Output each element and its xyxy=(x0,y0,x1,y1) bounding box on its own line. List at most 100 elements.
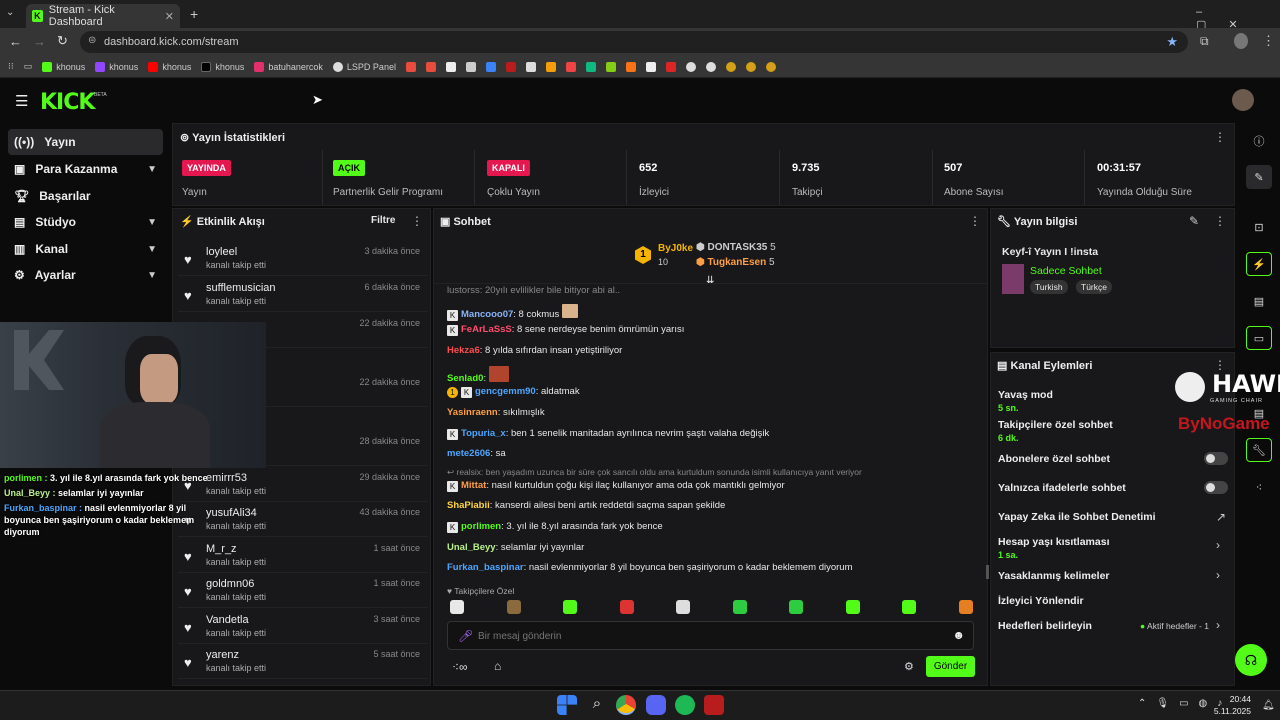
sidebar-item-ayarlar[interactable]: ⚙ Ayarlar ▼ xyxy=(8,262,163,288)
bookmark-icon[interactable] xyxy=(765,61,776,72)
profile-avatar[interactable] xyxy=(1234,33,1248,49)
bookmark-icon[interactable] xyxy=(525,61,536,72)
chat-username[interactable]: Mancooo07 xyxy=(461,309,513,320)
microphone-icon[interactable]: 🎤︎ xyxy=(458,629,473,643)
bookmark-icon[interactable] xyxy=(665,61,676,72)
top-supporter-3[interactable]: ⬢ TugkanEsen 5 xyxy=(696,257,775,268)
bookmark-icon[interactable] xyxy=(725,61,736,72)
apps-grid-icon[interactable]: ⁝⁝ xyxy=(8,61,14,72)
bookmark-instagram[interactable]: batuhanercok xyxy=(254,61,323,72)
info-icon[interactable]: ⓘ xyxy=(1246,129,1272,153)
folder-icon[interactable]: ▭ xyxy=(24,61,33,72)
action-goals[interactable]: Hedefleri belirleyin xyxy=(998,620,1092,632)
bookmark-lspd-panel[interactable]: LSPD Panel xyxy=(332,61,396,72)
chat-message[interactable]: Unal_Beyy: selamlar iyi yayınlar xyxy=(447,542,584,553)
chat-message[interactable]: Yasinraenn: sıkılmışlık xyxy=(447,407,545,418)
chat-message[interactable]: K FeArLaSsS: 8 sene nerdeyse benim ömrümü… xyxy=(447,324,684,336)
emote-button[interactable] xyxy=(507,600,521,614)
top-supporter-1[interactable]: ByJ0ke xyxy=(658,243,693,254)
edit-layout-icon[interactable]: ✎ xyxy=(1246,165,1272,189)
media-app-icon[interactable] xyxy=(704,695,724,715)
wrench-icon[interactable]: 🔧︎ xyxy=(1246,438,1272,462)
tab-list-chevron-icon[interactable]: ⌄ xyxy=(6,7,14,18)
bookmark-icon[interactable] xyxy=(605,61,616,72)
chat-username[interactable]: Yasinraenn xyxy=(447,407,498,418)
chat-message[interactable]: K Mittat: nasıl kurtuldun çoğu kişi ilaç … xyxy=(447,480,785,492)
sidebar-item-kanal[interactable]: ▥ Kanal ▼ xyxy=(8,236,163,262)
event-item[interactable]: ♥ loyleel kanalı takip etti 3 dakika önce xyxy=(178,240,428,276)
notifications-icon[interactable]: 🔔︎ xyxy=(1262,700,1275,711)
chat-username[interactable]: mete2606 xyxy=(447,448,490,459)
bookmark-icon[interactable] xyxy=(565,61,576,72)
chat-settings-icon[interactable]: ⚙ xyxy=(904,660,914,673)
action-ai-moderation[interactable]: Yapay Zeka ile Sohbet Denetimi xyxy=(998,511,1156,523)
forward-icon[interactable]: → xyxy=(33,34,46,49)
chat-username[interactable]: Senlad0 xyxy=(447,373,483,384)
bookmark-icon[interactable] xyxy=(405,61,416,72)
subscribers-only-toggle[interactable] xyxy=(1204,452,1228,465)
browser-menu-icon[interactable]: ⋮ xyxy=(1262,33,1275,49)
address-bar[interactable]: ⊜ dashboard.kick.com/stream ★ xyxy=(80,31,1188,53)
emote-button[interactable] xyxy=(789,600,803,614)
chat-username[interactable]: Furkan_baspinar xyxy=(447,562,524,573)
bookmark-icon[interactable] xyxy=(505,61,516,72)
sidebar-item-para-kazanma[interactable]: ▣ Para Kazanma ▼ xyxy=(8,156,163,182)
chat-username[interactable]: Hekza6 xyxy=(447,345,480,356)
bookmark-khonus-youtube[interactable]: khonus xyxy=(148,61,191,72)
action-slow-mode[interactable]: Yavaş mod 5 sn. xyxy=(998,389,1053,413)
stat-partnerlik[interactable]: AÇIK Partnerlik Gelir Programı xyxy=(327,150,475,205)
chat-message[interactable]: K Topuria_x: ben 1 senelik manitadan ayrı… xyxy=(447,428,769,440)
emote-button[interactable] xyxy=(733,600,747,614)
event-item[interactable]: ♥ M_r_z kanalı takip etti 1 saat önce xyxy=(178,537,428,573)
document-icon[interactable]: ▤ xyxy=(1246,289,1272,313)
search-icon[interactable]: ⌕ xyxy=(587,695,607,715)
bookmark-icon[interactable] xyxy=(445,61,456,72)
bookmark-icon[interactable] xyxy=(425,61,436,72)
bookmark-icon[interactable] xyxy=(705,61,716,72)
event-item[interactable]: ♥ emirrr53 kanalı takip etti 29 dakika önce xyxy=(178,466,428,502)
chat-message[interactable]: 1 Kgencgemm90: aldatmak xyxy=(447,386,580,398)
chat-username[interactable]: FeArLaSsS xyxy=(461,324,512,335)
chat-message[interactable]: Furkan_baspinar: nasil evlenmiyorlar 8 y… xyxy=(447,562,853,573)
chat-message[interactable]: mete2606: sa xyxy=(447,448,506,459)
action-account-age[interactable]: Hesap yaşı kısıtlaması 1 sa. xyxy=(998,536,1110,560)
category-name[interactable]: Sadece Sohbet xyxy=(1030,265,1102,277)
tag-turkce[interactable]: Türkçe xyxy=(1076,280,1112,294)
emote-button[interactable] xyxy=(902,600,916,614)
top-supporter-2[interactable]: ⬢ DONTASK35 5 xyxy=(696,242,776,253)
hamburger-menu-icon[interactable]: ☰ xyxy=(15,92,28,110)
bookmark-icon[interactable] xyxy=(625,61,636,72)
bookmark-khonus-x[interactable]: khonus xyxy=(201,61,244,72)
capture-icon[interactable]: ⊡ xyxy=(1246,215,1272,239)
action-banned-words[interactable]: Yasaklanmış kelimeler xyxy=(998,570,1110,582)
tag-turkish[interactable]: Turkish xyxy=(1030,280,1068,294)
event-item[interactable]: ♥ sufflemusician kanalı takip etti 6 dakika… xyxy=(178,276,428,312)
send-button[interactable]: Gönder xyxy=(926,656,975,677)
browser-tab[interactable]: K Stream - Kick Dashboard ✕ xyxy=(26,4,180,28)
chat-input-box[interactable]: 🎤︎ ☻ xyxy=(447,621,974,650)
action-raid[interactable]: İzleyici Yönlendir xyxy=(998,595,1084,607)
user-avatar[interactable] xyxy=(1232,89,1254,111)
stat-coklu-yayin[interactable]: KAPALI Çoklu Yayın xyxy=(479,150,627,205)
event-item[interactable]: ♥ goldmn06 kanalı takip etti 1 saat önce xyxy=(178,572,428,608)
event-item[interactable]: ♥ Vandetla kanalı takip etti 3 saat önce xyxy=(178,608,428,644)
sidebar-item-studyo[interactable]: ▤ Stüdyo ▼ xyxy=(8,209,163,235)
chat-username[interactable]: Topuria_x xyxy=(461,428,506,439)
emote-button[interactable] xyxy=(450,600,464,614)
back-icon[interactable]: ← xyxy=(9,34,22,49)
more-options-icon[interactable]: ⋮ xyxy=(1214,130,1226,144)
bookmark-icon[interactable] xyxy=(745,61,756,72)
more-options-icon[interactable]: ⋮ xyxy=(969,214,981,228)
site-info-icon[interactable]: ⊜ xyxy=(88,35,96,46)
extensions-icon[interactable]: ⧉ xyxy=(1200,34,1209,49)
bookmark-icon[interactable] xyxy=(685,61,696,72)
chat-username[interactable]: ShaPiabii xyxy=(447,500,490,511)
bookmark-icon[interactable] xyxy=(585,61,596,72)
bookmark-khonus-kick[interactable]: khonus xyxy=(42,61,85,72)
external-link-icon[interactable]: ↗ xyxy=(1216,510,1226,524)
stat-yayin[interactable]: YAYINDA Yayın xyxy=(176,150,323,205)
event-item[interactable]: ♥ yarenz kanalı takip etti 5 saat önce xyxy=(178,643,428,679)
chat-message[interactable]: K Mancooo07: 8 cokmus xyxy=(447,304,581,321)
discord-icon[interactable] xyxy=(646,695,666,715)
more-options-icon[interactable]: ⋮ xyxy=(1214,214,1226,228)
